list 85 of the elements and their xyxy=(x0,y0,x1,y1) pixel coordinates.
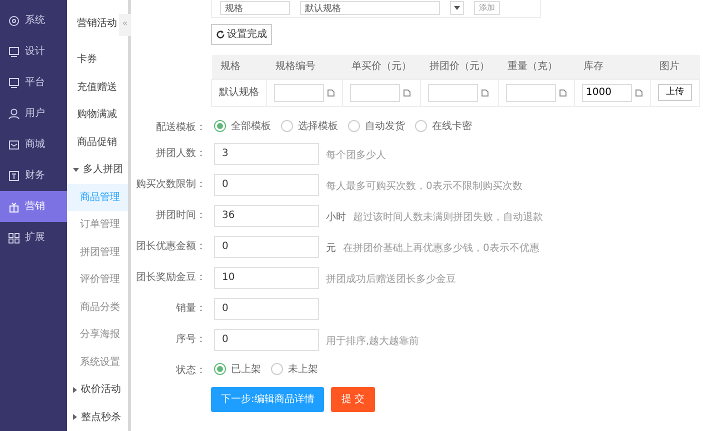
sidebar-item[interactable]: 商品分类 xyxy=(67,294,128,321)
done-button[interactable]: 设置完成 xyxy=(211,24,272,45)
field-label: 状态： xyxy=(175,364,206,376)
input-field[interactable]: 36 xyxy=(214,204,319,226)
sidebar-item[interactable]: 购物满减 xyxy=(67,101,128,128)
dropdown-button[interactable] xyxy=(450,1,464,15)
field-label: 团长奖励金豆： xyxy=(136,270,206,284)
column-header: 重量（克） xyxy=(498,55,574,79)
refresh-icon xyxy=(216,30,225,39)
hint-text: 每个团多少人 xyxy=(326,148,386,162)
sidebar-item[interactable]: 砍价活动 xyxy=(67,376,128,404)
column-header: 规格编号 xyxy=(266,55,342,79)
field-label: 序号： xyxy=(175,332,206,346)
ledger-icon xyxy=(8,170,20,182)
sidebar-item[interactable]: 订单管理 xyxy=(67,211,128,238)
nav-item[interactable]: 营销 xyxy=(0,191,67,222)
envelope-icon xyxy=(8,138,20,150)
column-header: 拼团价（元） xyxy=(420,55,498,79)
radio-option[interactable]: 自动发货 xyxy=(348,118,405,134)
hint-text: 每人最多可购买次数，0表示不限制购买次数 xyxy=(326,180,522,194)
field-label: 配送模板： xyxy=(155,120,206,134)
radio-option[interactable]: 已上架 xyxy=(214,362,261,376)
column-header: 图片 xyxy=(650,55,700,79)
input-field[interactable] xyxy=(428,84,478,102)
radio-option[interactable]: 未上架 xyxy=(271,362,318,376)
nav-item[interactable]: 系统 xyxy=(0,5,67,36)
user-icon xyxy=(8,108,20,120)
field-label: 销量： xyxy=(175,302,206,314)
radio-option[interactable]: 选择模板 xyxy=(281,118,338,134)
input-field[interactable]: 0 xyxy=(214,174,319,196)
column-header: 库存 xyxy=(574,55,650,79)
gear-icon xyxy=(8,14,20,26)
sidebar-item[interactable]: 评价管理 xyxy=(67,266,128,294)
hint-text: 用于排序,越大越靠前 xyxy=(326,334,420,348)
unit-label: 小时 xyxy=(326,210,346,224)
hint-text: 超过该时间人数未满则拼团失败，自动退款 xyxy=(353,210,543,224)
column-header: 单买价（元） xyxy=(342,55,420,79)
field-label: 团长优惠金额： xyxy=(136,240,206,252)
column-header: 规格 xyxy=(212,55,266,79)
caret-icon xyxy=(454,6,460,10)
field-label: 拼团时间： xyxy=(155,208,206,222)
input-field[interactable]: 0 xyxy=(214,298,319,320)
nav-item[interactable]: 设计 xyxy=(0,36,67,67)
sidebar-title: 营销活动 xyxy=(77,16,117,30)
input-field[interactable]: 10 xyxy=(214,266,319,288)
sidebar-item[interactable]: 整点秒杀 xyxy=(67,404,128,431)
unit-label: 元 xyxy=(326,242,336,256)
input-field[interactable]: 0 xyxy=(214,236,319,258)
text-field[interactable]: 规格 xyxy=(220,1,290,15)
nav-item[interactable]: 财务 xyxy=(0,160,67,191)
field-label: 购买次数限制： xyxy=(136,178,206,190)
monitor-icon xyxy=(8,46,20,58)
grid-icon xyxy=(8,232,20,244)
input-field[interactable] xyxy=(274,84,324,102)
radio-option[interactable]: 全部模板 xyxy=(214,118,271,134)
table-cell: 默认规格 xyxy=(212,79,266,106)
nav-item[interactable]: 平台 xyxy=(0,67,67,98)
sidebar-item[interactable]: 拼团管理 xyxy=(67,238,128,266)
input-field[interactable]: 1000 xyxy=(582,84,632,102)
input-field[interactable] xyxy=(350,84,400,102)
hint-text: 在拼团价基础上再优惠多少钱，0表示不优惠 xyxy=(343,242,540,256)
nav-item[interactable]: 用户 xyxy=(0,98,67,129)
hint-text: 拼团成功后赠送团长多少金豆 xyxy=(326,272,456,286)
fill-icon[interactable] xyxy=(327,88,335,96)
monitor-icon xyxy=(8,76,20,88)
fill-icon[interactable] xyxy=(481,88,489,96)
upload-button[interactable]: 上传 xyxy=(658,84,692,102)
fill-icon[interactable] xyxy=(635,88,643,96)
input-field[interactable] xyxy=(506,84,556,102)
field-label: 拼团人数： xyxy=(155,146,206,160)
fill-icon[interactable] xyxy=(559,88,567,96)
input-field[interactable]: 0 xyxy=(214,328,319,350)
input-field[interactable]: 3 xyxy=(214,142,319,164)
text-field[interactable]: 默认规格 xyxy=(300,1,440,15)
nav-item[interactable]: 扩展 xyxy=(0,222,67,253)
sidebar-item[interactable]: 商品促销 xyxy=(67,128,128,156)
sidebar-item[interactable]: 卡券 xyxy=(67,46,128,74)
gift-icon xyxy=(8,200,20,212)
sidebar-item[interactable]: 分享海报 xyxy=(67,321,128,348)
sidebar-item[interactable]: 系统设置 xyxy=(67,348,128,376)
fill-icon[interactable] xyxy=(403,88,411,96)
sidebar-item[interactable]: 充值赠送 xyxy=(67,74,128,101)
radio-option[interactable]: 在线卡密 xyxy=(415,118,472,134)
nav-item[interactable]: 商城 xyxy=(0,129,67,160)
sidebar-item[interactable]: 多人拼团 xyxy=(67,156,128,184)
